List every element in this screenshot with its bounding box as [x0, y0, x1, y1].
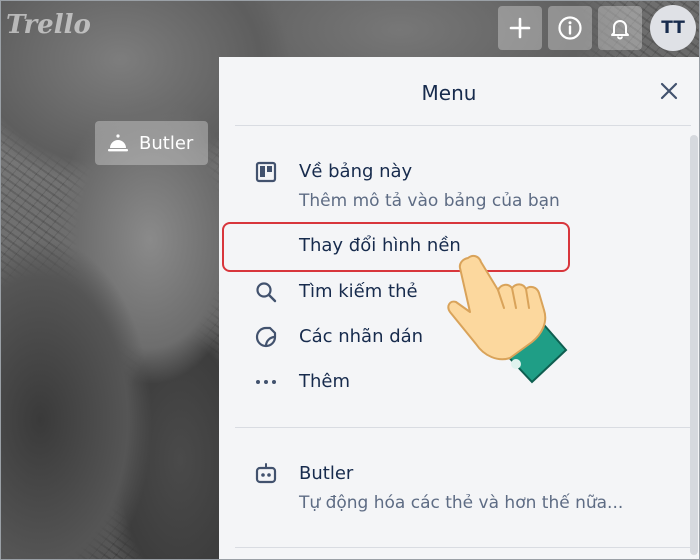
menu-item-subtitle: Tự động hóa các thẻ và hơn thế nữa...: [299, 493, 624, 513]
pointing-hand-icon: [447, 254, 568, 384]
add-button[interactable]: [498, 6, 542, 50]
menu-divider: [235, 547, 691, 548]
ellipsis-icon: [256, 380, 276, 384]
butler-button[interactable]: Butler: [95, 121, 208, 165]
notifications-button[interactable]: [598, 6, 642, 50]
butler-button-label: Butler: [139, 132, 194, 154]
service-bell-icon: [108, 134, 128, 152]
board-icon: [255, 161, 277, 183]
info-button[interactable]: [548, 6, 592, 50]
menu-item-label: Về bảng này: [299, 161, 413, 182]
avatar[interactable]: TT: [650, 5, 696, 51]
menu-item-label: Butler: [299, 463, 354, 484]
menu-scrollbar[interactable]: [690, 135, 698, 555]
menu-item-label: Thêm: [299, 371, 351, 392]
bell-icon: [611, 20, 629, 40]
menu-item-subtitle: Thêm mô tả vào bảng của bạn: [299, 191, 560, 211]
trello-logo[interactable]: Trello: [6, 10, 91, 40]
menu-title: Menu: [421, 81, 477, 105]
search-icon: [256, 282, 277, 303]
plus-icon: [509, 17, 531, 39]
menu-item-label: Tìm kiếm thẻ: [299, 281, 418, 302]
info-icon: [558, 16, 582, 40]
menu-divider: [235, 125, 691, 126]
sticker-icon: [255, 326, 277, 348]
close-icon[interactable]: [657, 79, 681, 103]
robot-icon: [255, 463, 277, 484]
menu-divider: [235, 427, 691, 428]
menu-item-label: Các nhãn dán: [299, 326, 424, 347]
